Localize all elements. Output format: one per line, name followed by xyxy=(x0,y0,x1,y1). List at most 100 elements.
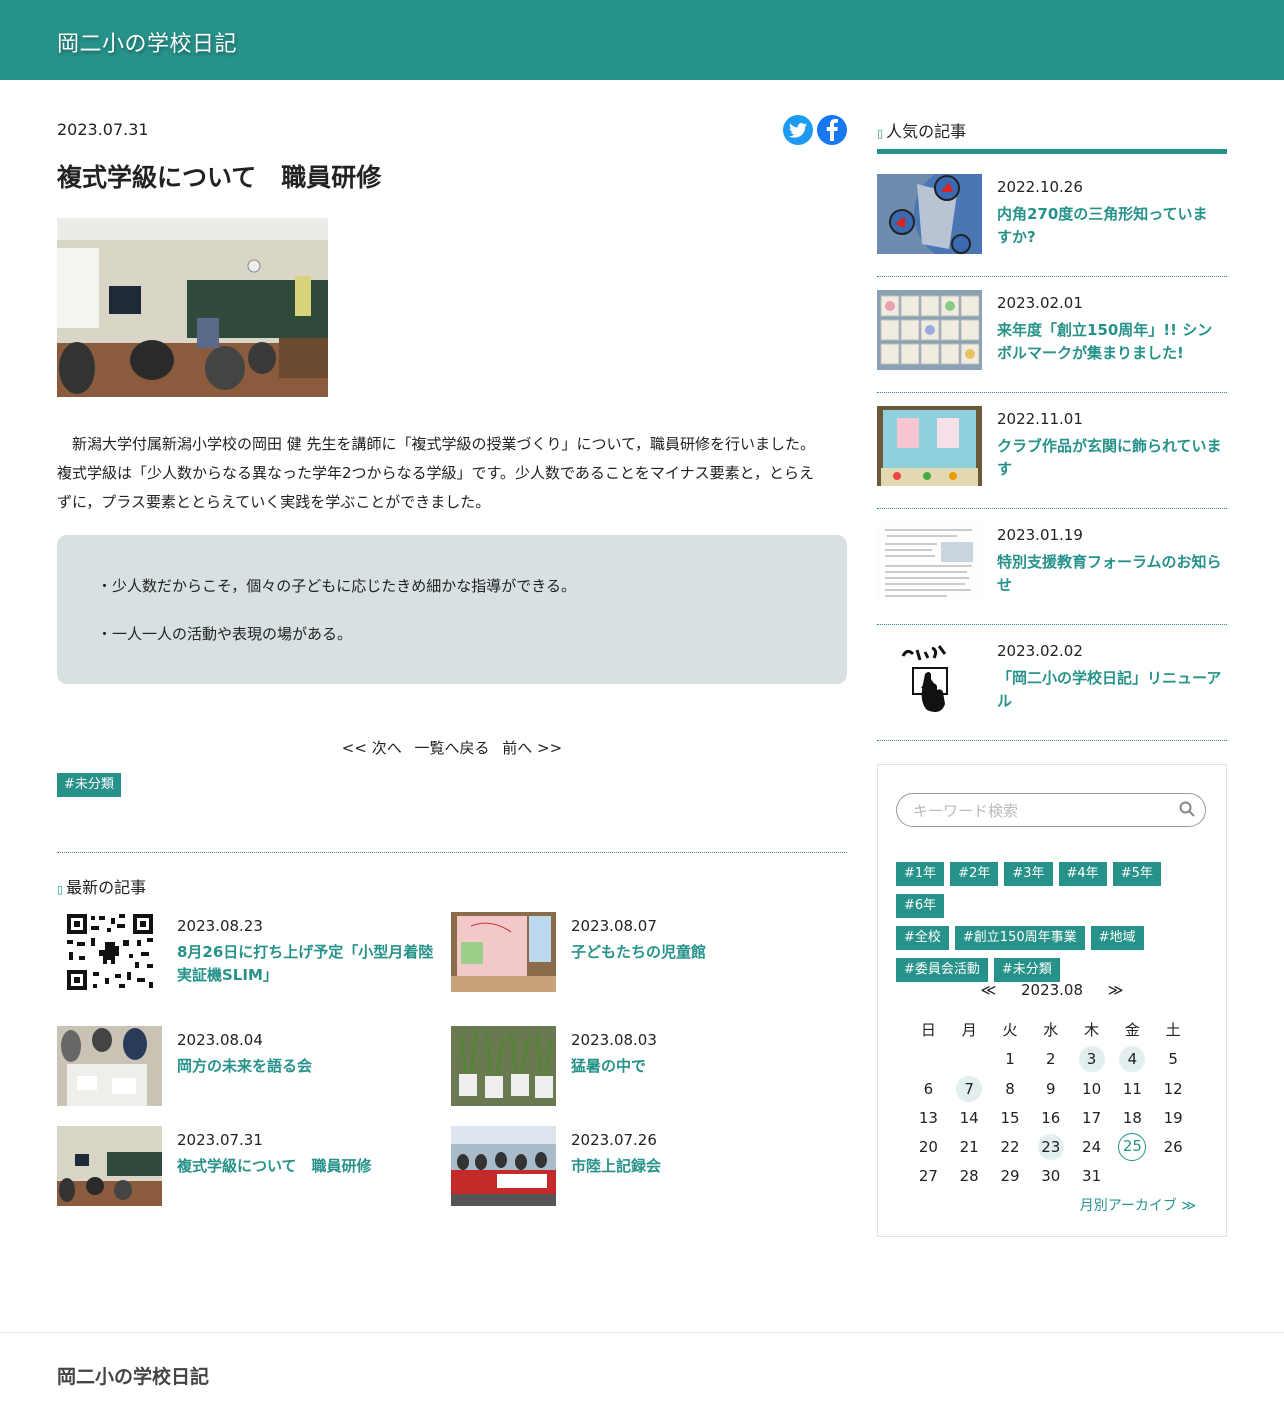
latest-title-link[interactable]: 猛暑の中で xyxy=(571,1055,831,1078)
calendar-day: 14 xyxy=(949,1103,990,1132)
latest-date: 2023.08.23 xyxy=(177,917,263,935)
calendar-day-number: 24 xyxy=(1082,1137,1102,1156)
calendar-day: 25 xyxy=(1112,1132,1153,1161)
latest-title-link[interactable]: 複式学級について 職員研修 xyxy=(177,1155,437,1178)
latest-item[interactable]: 2023.08.03 猛暑の中で xyxy=(451,1026,831,1108)
document-thumbnail xyxy=(877,522,982,602)
tag-link[interactable]: #1年 xyxy=(896,862,945,886)
latest-item[interactable]: 2023.07.31 複式学級について 職員研修 xyxy=(57,1126,437,1208)
tag-link[interactable]: #6年 xyxy=(896,894,945,918)
latest-title-link[interactable]: 岡方の未来を語る会 xyxy=(177,1055,437,1078)
twitter-icon[interactable] xyxy=(783,115,813,145)
calendar-day[interactable]: 4 xyxy=(1112,1044,1153,1074)
calendar-day[interactable]: 3 xyxy=(1071,1044,1112,1074)
calendar-week-row: 13 14 15 16 17 18 19 xyxy=(908,1103,1194,1132)
popular-title-link[interactable]: クラブ作品が玄関に飾られています xyxy=(997,435,1222,481)
prev-link[interactable]: 前へ >> xyxy=(502,739,562,757)
post-thumbnail xyxy=(451,1126,556,1206)
latest-title-link[interactable]: 8月26日に打ち上げ予定「小型月着陸実証機SLIM」 xyxy=(177,941,437,987)
latest-heading-label: 最新の記事 xyxy=(66,878,147,897)
weekday-label: 土 xyxy=(1165,1021,1181,1039)
popular-date: 2023.01.19 xyxy=(997,526,1083,544)
latest-item[interactable]: 2023.08.04 岡方の未来を語る会 xyxy=(57,1026,437,1108)
latest-date: 2023.08.03 xyxy=(571,1031,657,1049)
calendar-day[interactable]: 23 xyxy=(1030,1132,1071,1161)
post-thumbnail xyxy=(877,290,982,370)
post-thumbnail xyxy=(451,1026,556,1106)
calendar-day: 18 xyxy=(1112,1103,1153,1132)
calendar-day[interactable]: 7 xyxy=(949,1074,990,1103)
weekday-label: 木 xyxy=(1084,1021,1100,1039)
popular-title-link[interactable]: 来年度「創立150周年」!! シンボルマークが集まりました! xyxy=(997,319,1222,365)
calendar-day-number: 31 xyxy=(1082,1167,1102,1185)
tag-link[interactable]: #3年 xyxy=(1004,862,1053,886)
calendar-day-number: 18 xyxy=(1122,1108,1142,1127)
site-header: 岡二小の学校日記 xyxy=(0,0,1284,80)
search-tags-calendar-widget: #1年#2年#3年#4年#5年 #6年 #全校#創立150周年事業#地域 #委員会活動… xyxy=(877,764,1227,1237)
popular-item[interactable]: 2022.10.26 内角270度の三角形知っていますか? xyxy=(877,160,1227,277)
monthly-archive-link[interactable]: 月別アーカイブ ≫ xyxy=(1080,1195,1196,1215)
next-link[interactable]: << 次へ xyxy=(342,739,402,757)
calendar-day-number[interactable]: 23 xyxy=(1037,1133,1064,1160)
popular-title-link[interactable]: 内角270度の三角形知っていますか? xyxy=(997,203,1222,249)
category-tag[interactable]: #未分類 xyxy=(57,773,121,797)
calendar-day-number[interactable]: 7 xyxy=(956,1075,983,1102)
tag-link[interactable]: #2年 xyxy=(950,862,999,886)
popular-title-link[interactable]: 「岡二小の学校日記」リニューアル xyxy=(997,667,1222,713)
search-input[interactable] xyxy=(911,799,1165,823)
tag-link[interactable]: #未分類 xyxy=(993,958,1060,982)
latest-item[interactable]: 2023.07.26 市陸上記録会 xyxy=(451,1126,831,1208)
latest-title-link[interactable]: 子どもたちの児童館 xyxy=(571,941,831,964)
divider xyxy=(57,852,847,853)
facebook-icon[interactable] xyxy=(817,115,847,145)
highlight-box: ・少人数だからこそ，個々の子どもに応じたきめ細かな指導ができる。 ・一人一人の活… xyxy=(57,535,847,684)
calendar-day-number: 14 xyxy=(959,1108,979,1127)
calendar-next-button[interactable]: ≫ xyxy=(1108,981,1124,999)
latest-item[interactable]: 2023.08.23 8月26日に打ち上げ予定「小型月着陸実証機SLIM」 xyxy=(57,912,437,994)
post-category: #未分類 xyxy=(57,773,121,797)
calendar-day-number: 19 xyxy=(1163,1108,1183,1127)
popular-item[interactable]: 2023.02.01 来年度「創立150周年」!! シンボルマークが集まりました… xyxy=(877,276,1227,393)
popular-item[interactable]: 2023.02.02 「岡二小の学校日記」リニューアル xyxy=(877,624,1227,741)
calendar-day-number: 10 xyxy=(1082,1079,1102,1098)
search-box xyxy=(896,793,1206,827)
tag-link[interactable]: #5年 xyxy=(1112,862,1161,886)
calendar-day-number: 16 xyxy=(1041,1108,1061,1127)
latest-title-link[interactable]: 市陸上記録会 xyxy=(571,1155,831,1178)
site-title[interactable]: 岡二小の学校日記 xyxy=(57,26,237,58)
footer-title[interactable]: 岡二小の学校日記 xyxy=(57,1362,209,1389)
weekday-label: 日 xyxy=(920,1021,936,1039)
tag-link[interactable]: #全校 xyxy=(896,926,949,950)
calendar-weekday-row: 日 月 火 水 木 金 土 xyxy=(908,1015,1194,1044)
point-item: ・一人一人の活動や表現の場がある。 xyxy=(97,625,353,643)
post-thumbnail xyxy=(57,1126,162,1206)
latest-item[interactable]: 2023.08.07 子どもたちの児童館 xyxy=(451,912,831,994)
search-icon[interactable] xyxy=(1179,801,1195,821)
calendar-prev-button[interactable]: ≪ xyxy=(981,981,997,999)
popular-item[interactable]: 2023.01.19 特別支援教育フォーラムのお知らせ xyxy=(877,508,1227,625)
calendar-day: 5 xyxy=(1153,1044,1194,1074)
calendar-day-number: 27 xyxy=(918,1167,938,1185)
calendar-day-number: 21 xyxy=(959,1137,979,1156)
weekday-label: 月 xyxy=(961,1021,977,1039)
calendar-day-number[interactable]: 4 xyxy=(1119,1046,1146,1072)
tag-link[interactable]: #4年 xyxy=(1058,862,1107,886)
popular-item[interactable]: 2022.11.01 クラブ作品が玄関に飾られています xyxy=(877,392,1227,509)
calendar-day: 1 xyxy=(990,1044,1031,1074)
latest-date: 2023.08.04 xyxy=(177,1031,263,1049)
calendar-day: 10 xyxy=(1071,1074,1112,1103)
latest-heading: ▯ 最新の記事 xyxy=(57,874,146,898)
tag-link[interactable]: #創立150周年事業 xyxy=(954,926,1085,950)
tag-link[interactable]: #委員会活動 xyxy=(896,958,988,982)
popular-heading: ▯ 人気の記事 xyxy=(877,118,966,142)
post-thumbnail xyxy=(451,912,556,992)
heading-marker-icon: ▯ xyxy=(877,127,884,140)
calendar-month-label: 2023.08 xyxy=(1020,981,1084,999)
back-to-list-link[interactable]: 一覧へ戻る xyxy=(414,739,489,757)
calendar-day: 12 xyxy=(1153,1074,1194,1103)
popular-title-link[interactable]: 特別支援教育フォーラムのお知らせ xyxy=(997,551,1222,597)
calendar-day-number: 1 xyxy=(1005,1050,1015,1068)
tag-link[interactable]: #地域 xyxy=(1090,926,1144,950)
calendar-day-number: 26 xyxy=(1163,1137,1183,1156)
calendar-day-number[interactable]: 3 xyxy=(1078,1046,1105,1072)
